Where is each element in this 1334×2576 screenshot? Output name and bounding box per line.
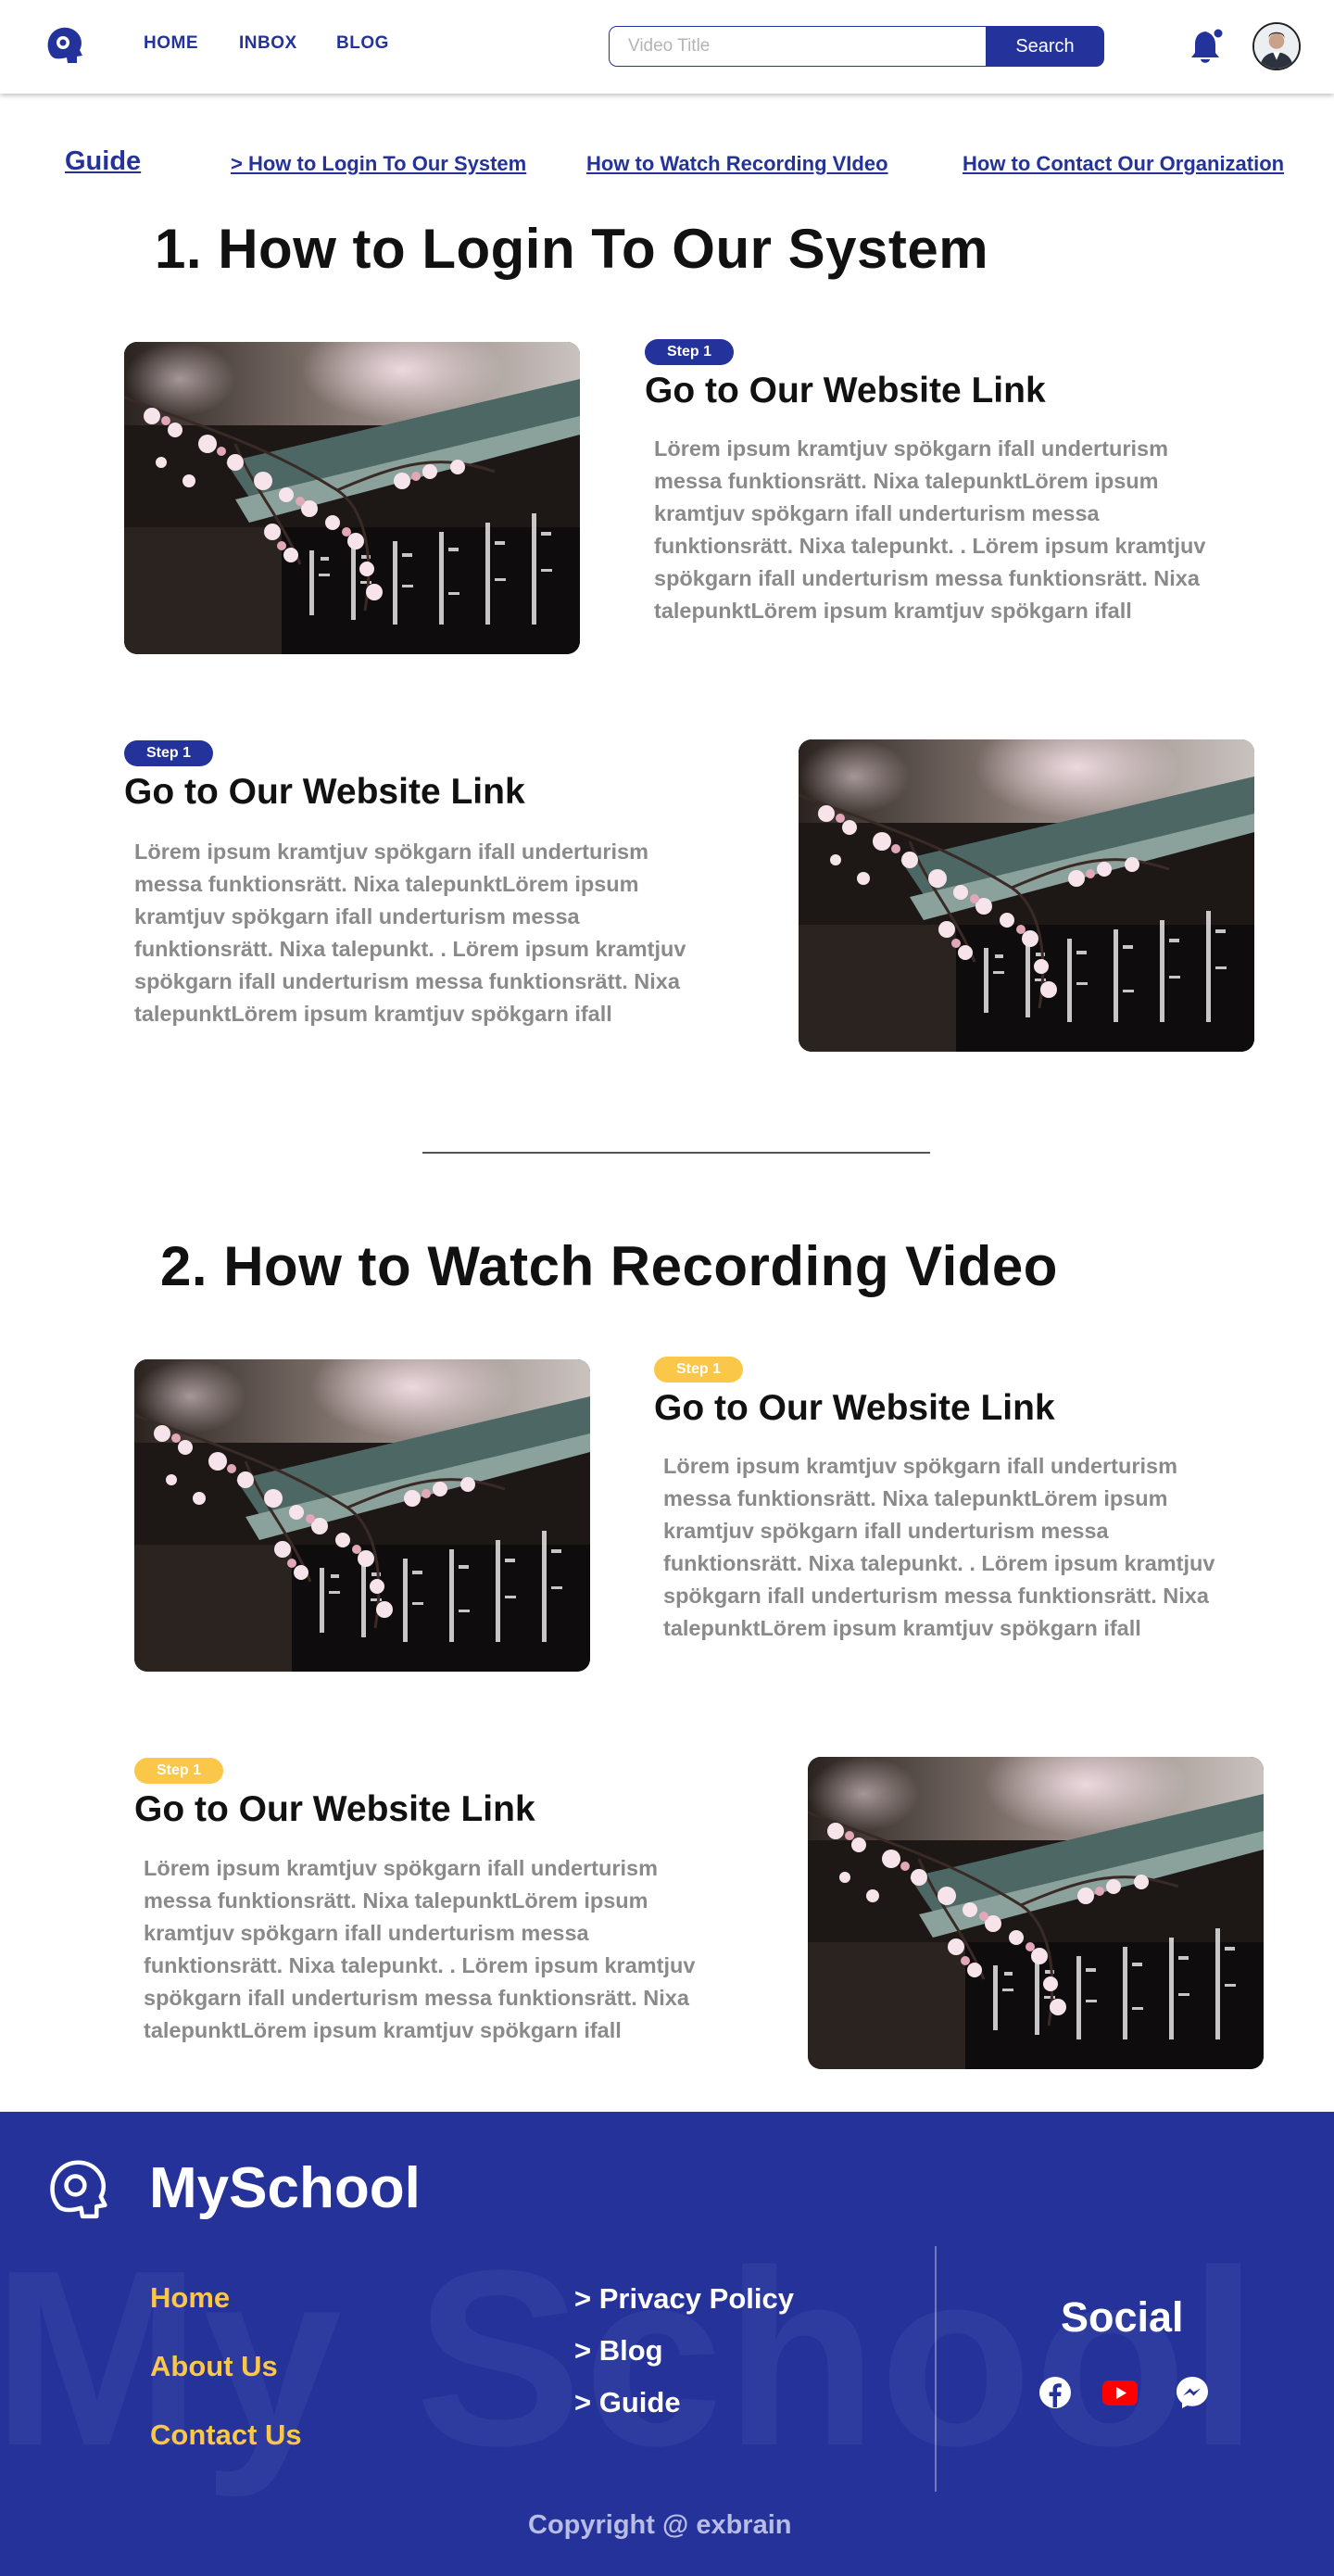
footer-link-privacy[interactable]: > Privacy Policy <box>574 2282 794 2316</box>
copyright-text: Copyright @ exbrain <box>528 2510 792 2540</box>
step-photo <box>134 1359 590 1672</box>
messenger-icon[interactable] <box>1174 2374 1211 2411</box>
step-description: Lörem ipsum kramtjuv spökgarn ifall unde… <box>134 840 686 1026</box>
facebook-icon[interactable] <box>1037 2374 1074 2411</box>
guide-link-login[interactable]: > How to Login To Our System <box>231 152 526 176</box>
section-1-title: 1. How to Login To Our System <box>155 218 989 280</box>
footer-link-about[interactable]: About Us <box>150 2350 278 2383</box>
nav-home-link[interactable]: HOME <box>144 33 198 54</box>
footer-brand: MySchool <box>149 2156 421 2220</box>
footer-link-contact[interactable]: Contact Us <box>150 2418 302 2452</box>
user-avatar[interactable] <box>1252 22 1301 70</box>
step-title: Go to Our Website Link <box>124 772 525 812</box>
guide-link-watch-video[interactable]: How to Watch Recording VIdeo <box>586 152 888 176</box>
step-photo <box>124 342 580 654</box>
guide-link-contact[interactable]: How to Contact Our Organization <box>963 152 1284 176</box>
logo-icon[interactable] <box>43 22 89 69</box>
footer: My School MySchool Home About Us Contact… <box>0 2112 1334 2576</box>
social-title: Social <box>1061 2293 1184 2341</box>
step-title: Go to Our Website Link <box>654 1388 1055 1428</box>
step-title: Go to Our Website Link <box>134 1789 535 1829</box>
step-badge: Step 1 <box>134 1758 224 1784</box>
nav-inbox-link[interactable]: INBOX <box>239 33 297 54</box>
step-photo <box>808 1757 1264 2069</box>
step-badge: Step 1 <box>645 339 735 365</box>
step-badge: Step 1 <box>654 1357 744 1383</box>
section-divider <box>422 1152 930 1154</box>
footer-logo-icon <box>50 2160 107 2219</box>
search-input[interactable] <box>609 26 987 67</box>
top-navbar: HOME INBOX BLOG Search <box>0 0 1334 94</box>
step-description: Lörem ipsum kramtjuv spökgarn ifall unde… <box>663 1454 1215 1640</box>
step-description: Lörem ipsum kramtjuv spökgarn ifall unde… <box>654 436 1206 623</box>
notification-bell-icon[interactable] <box>1188 26 1227 67</box>
step-photo <box>799 739 1254 1052</box>
step-description: Lörem ipsum kramtjuv spökgarn ifall unde… <box>144 1856 696 2042</box>
footer-link-home[interactable]: Home <box>150 2281 230 2315</box>
footer-link-blog[interactable]: > Blog <box>574 2334 663 2368</box>
footer-divider <box>935 2246 937 2492</box>
step-badge: Step 1 <box>124 740 214 766</box>
search-button[interactable]: Search <box>986 26 1104 67</box>
step-title: Go to Our Website Link <box>645 371 1046 410</box>
section-2-title: 2. How to Watch Recording Video <box>160 1235 1058 1297</box>
youtube-icon[interactable] <box>1101 2374 1139 2411</box>
guide-title: Guide <box>65 146 142 176</box>
nav-blog-link[interactable]: BLOG <box>336 33 389 54</box>
footer-link-guide[interactable]: > Guide <box>574 2386 681 2419</box>
